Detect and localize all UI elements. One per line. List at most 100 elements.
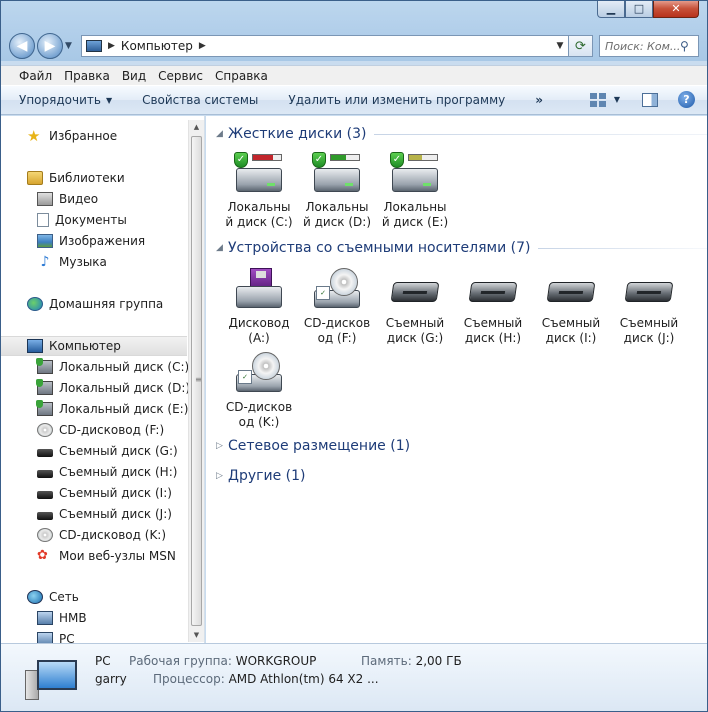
nav-item[interactable]: Компьютер xyxy=(1,336,187,356)
nav-item[interactable]: CD-дисковод (K:) xyxy=(1,525,187,545)
nav-item[interactable]: Съемный диск (J:) xyxy=(1,504,187,524)
nav-item[interactable]: ✿ Мои веб-узлы MSN xyxy=(1,546,187,566)
scrollbar-thumb[interactable]: ≡ xyxy=(191,136,202,626)
help-icon[interactable]: ? xyxy=(678,91,695,108)
group-header[interactable]: ▷ Сетевое размещение (1) xyxy=(216,438,410,454)
close-button[interactable]: ✕ xyxy=(653,1,699,18)
maximize-button[interactable]: □ xyxy=(625,1,653,18)
more-commands-button[interactable]: » xyxy=(535,93,543,107)
video-icon xyxy=(37,192,53,206)
drive-tile[interactable]: Дисковод (A:) xyxy=(222,268,296,346)
cd-drive-icon: ✓ xyxy=(312,268,362,312)
drive-tile[interactable]: Съемный диск (H:) xyxy=(456,268,530,346)
cpu-value: AMD Athlon(tm) 64 X2 ... xyxy=(228,672,379,686)
address-dropdown-icon[interactable]: ▼ xyxy=(552,41,568,51)
collapse-arrow-icon[interactable]: ◢ xyxy=(216,243,228,253)
nav-item[interactable]: HMB xyxy=(1,608,187,628)
command-bar: Упорядочить ▼ Свойства системы Удалить и… xyxy=(1,85,707,115)
star-icon: ★ xyxy=(27,127,41,145)
nav-item-label: Съемный диск (H:) xyxy=(59,465,178,479)
drive-label: диск (J:) xyxy=(623,331,675,345)
nav-item[interactable]: Изображения xyxy=(1,231,187,251)
nav-item-label: Съемный диск (I:) xyxy=(59,486,172,500)
navigation-scrollbar[interactable]: ▲ ≡ ▼ xyxy=(188,120,204,642)
folder-icon xyxy=(27,171,43,185)
drive-tile[interactable]: ✓ Локальны й диск (E:) xyxy=(378,152,452,230)
menu-tools[interactable]: Сервис xyxy=(152,69,209,83)
hard-disk-icon: ✓ xyxy=(234,152,284,196)
nav-item[interactable]: Библиотеки xyxy=(1,168,187,188)
nav-item[interactable]: Съемный диск (I:) xyxy=(1,483,187,503)
drive-tile[interactable]: ✓ CD-дисков од (K:) xyxy=(222,352,296,430)
uninstall-program-button[interactable]: Удалить или изменить программу xyxy=(288,93,505,107)
expand-arrow-icon[interactable]: ▷ xyxy=(216,441,228,451)
breadcrumb-computer[interactable]: Компьютер xyxy=(121,39,193,53)
drive-tile[interactable]: Съемный диск (G:) xyxy=(378,268,452,346)
back-arrow-icon: ◀ xyxy=(16,38,28,54)
menu-view[interactable]: Вид xyxy=(116,69,152,83)
change-view-icon[interactable] xyxy=(589,92,606,107)
drive-tile[interactable]: Съемный диск (J:) xyxy=(612,268,686,346)
group-title: Устройства со съемными носителями (7) xyxy=(228,240,531,256)
organize-button[interactable]: Упорядочить ▼ xyxy=(19,93,112,107)
address-bar[interactable]: ▶ Компьютер ▶ ▼ xyxy=(81,35,569,57)
group-header[interactable]: ◢ Устройства со съемными носителями (7) xyxy=(216,240,707,256)
nav-item[interactable]: Локальный диск (E:) xyxy=(1,399,188,419)
workgroup-label: Рабочая группа: xyxy=(129,654,232,668)
menu-help[interactable]: Справка xyxy=(209,69,274,83)
minimize-button[interactable]: ▁ xyxy=(597,1,625,18)
forward-button[interactable]: ▶ xyxy=(37,33,63,59)
drive-label: Съемный xyxy=(619,316,679,330)
expand-arrow-icon[interactable]: ▷ xyxy=(216,471,228,481)
drive-tile[interactable]: ✓ CD-дисков од (F:) xyxy=(300,268,374,346)
drive-label: Съемный xyxy=(385,316,445,330)
nav-item[interactable]: Локальный диск (C:) xyxy=(1,357,189,377)
preview-pane-icon[interactable] xyxy=(642,92,658,107)
memory-field: Память: 2,00 ГБ xyxy=(361,654,462,668)
group-header[interactable]: ▷ Другие (1) xyxy=(216,468,305,484)
group-title: Жесткие диски (3) xyxy=(228,126,367,142)
nav-item[interactable]: Документы xyxy=(1,210,187,230)
computer-icon xyxy=(86,40,102,52)
system-properties-button[interactable]: Свойства системы xyxy=(142,93,258,107)
scroll-up-icon[interactable]: ▲ xyxy=(189,120,204,134)
explorer-window: ▁ □ ✕ ◀ ▶ ▼ ▶ Компьютер ▶ ▼ ⟳ Поиск: Ком… xyxy=(0,0,708,712)
search-input[interactable]: Поиск: Ком... ⚲ xyxy=(599,35,699,57)
scroll-down-icon[interactable]: ▼ xyxy=(189,628,204,642)
nav-item[interactable]: CD-дисковод (F:) xyxy=(1,420,187,440)
back-button[interactable]: ◀ xyxy=(9,33,35,59)
removable-disk-icon xyxy=(37,511,53,520)
drive-label: Локальны xyxy=(305,200,369,214)
nav-item[interactable]: ★ Избранное xyxy=(1,126,187,146)
nav-item[interactable]: Съемный диск (G:) xyxy=(1,441,187,461)
refresh-button[interactable]: ⟳ xyxy=(569,35,593,57)
group-divider xyxy=(374,133,707,135)
nav-item[interactable]: Съемный диск (H:) xyxy=(1,462,187,482)
cpu-field: Процессор: AMD Athlon(tm) 64 X2 ... xyxy=(153,672,379,686)
hdd-icon xyxy=(36,379,53,395)
homegroup-icon xyxy=(27,297,43,311)
menu-edit[interactable]: Правка xyxy=(58,69,116,83)
menu-file[interactable]: Файл xyxy=(13,69,58,83)
drive-label: CD-дисков xyxy=(303,316,371,330)
nav-item[interactable]: Видео xyxy=(1,189,187,209)
nav-item[interactable]: Сеть xyxy=(1,587,187,607)
nav-item[interactable]: Домашняя группа xyxy=(1,294,187,314)
breadcrumb-chevron-icon[interactable]: ▶ xyxy=(108,41,115,51)
nav-item[interactable]: Локальный диск (D:) xyxy=(1,378,190,398)
group-header[interactable]: ◢ Жесткие диски (3) xyxy=(216,126,707,142)
drive-label: Съемный xyxy=(541,316,601,330)
search-icon[interactable]: ⚲ xyxy=(680,39,698,53)
drive-tile[interactable]: ✓ Локальны й диск (C:) xyxy=(222,152,296,230)
drive-tile[interactable]: Съемный диск (I:) xyxy=(534,268,608,346)
collapse-arrow-icon[interactable]: ◢ xyxy=(216,129,228,139)
breadcrumb-chevron-icon[interactable]: ▶ xyxy=(199,41,206,51)
document-icon xyxy=(37,213,49,227)
drive-tile[interactable]: ✓ Локальны й диск (D:) xyxy=(300,152,374,230)
history-dropdown-icon[interactable]: ▼ xyxy=(65,41,77,51)
address-row: ◀ ▶ ▼ ▶ Компьютер ▶ ▼ ⟳ Поиск: Ком... ⚲ xyxy=(9,31,699,61)
view-dropdown-icon[interactable]: ▼ xyxy=(614,95,620,104)
drive-label: CD-дисков xyxy=(225,400,293,414)
nav-item[interactable]: ♪ Музыка xyxy=(1,252,187,272)
nav-item-label: CD-дисковод (K:) xyxy=(59,528,167,542)
